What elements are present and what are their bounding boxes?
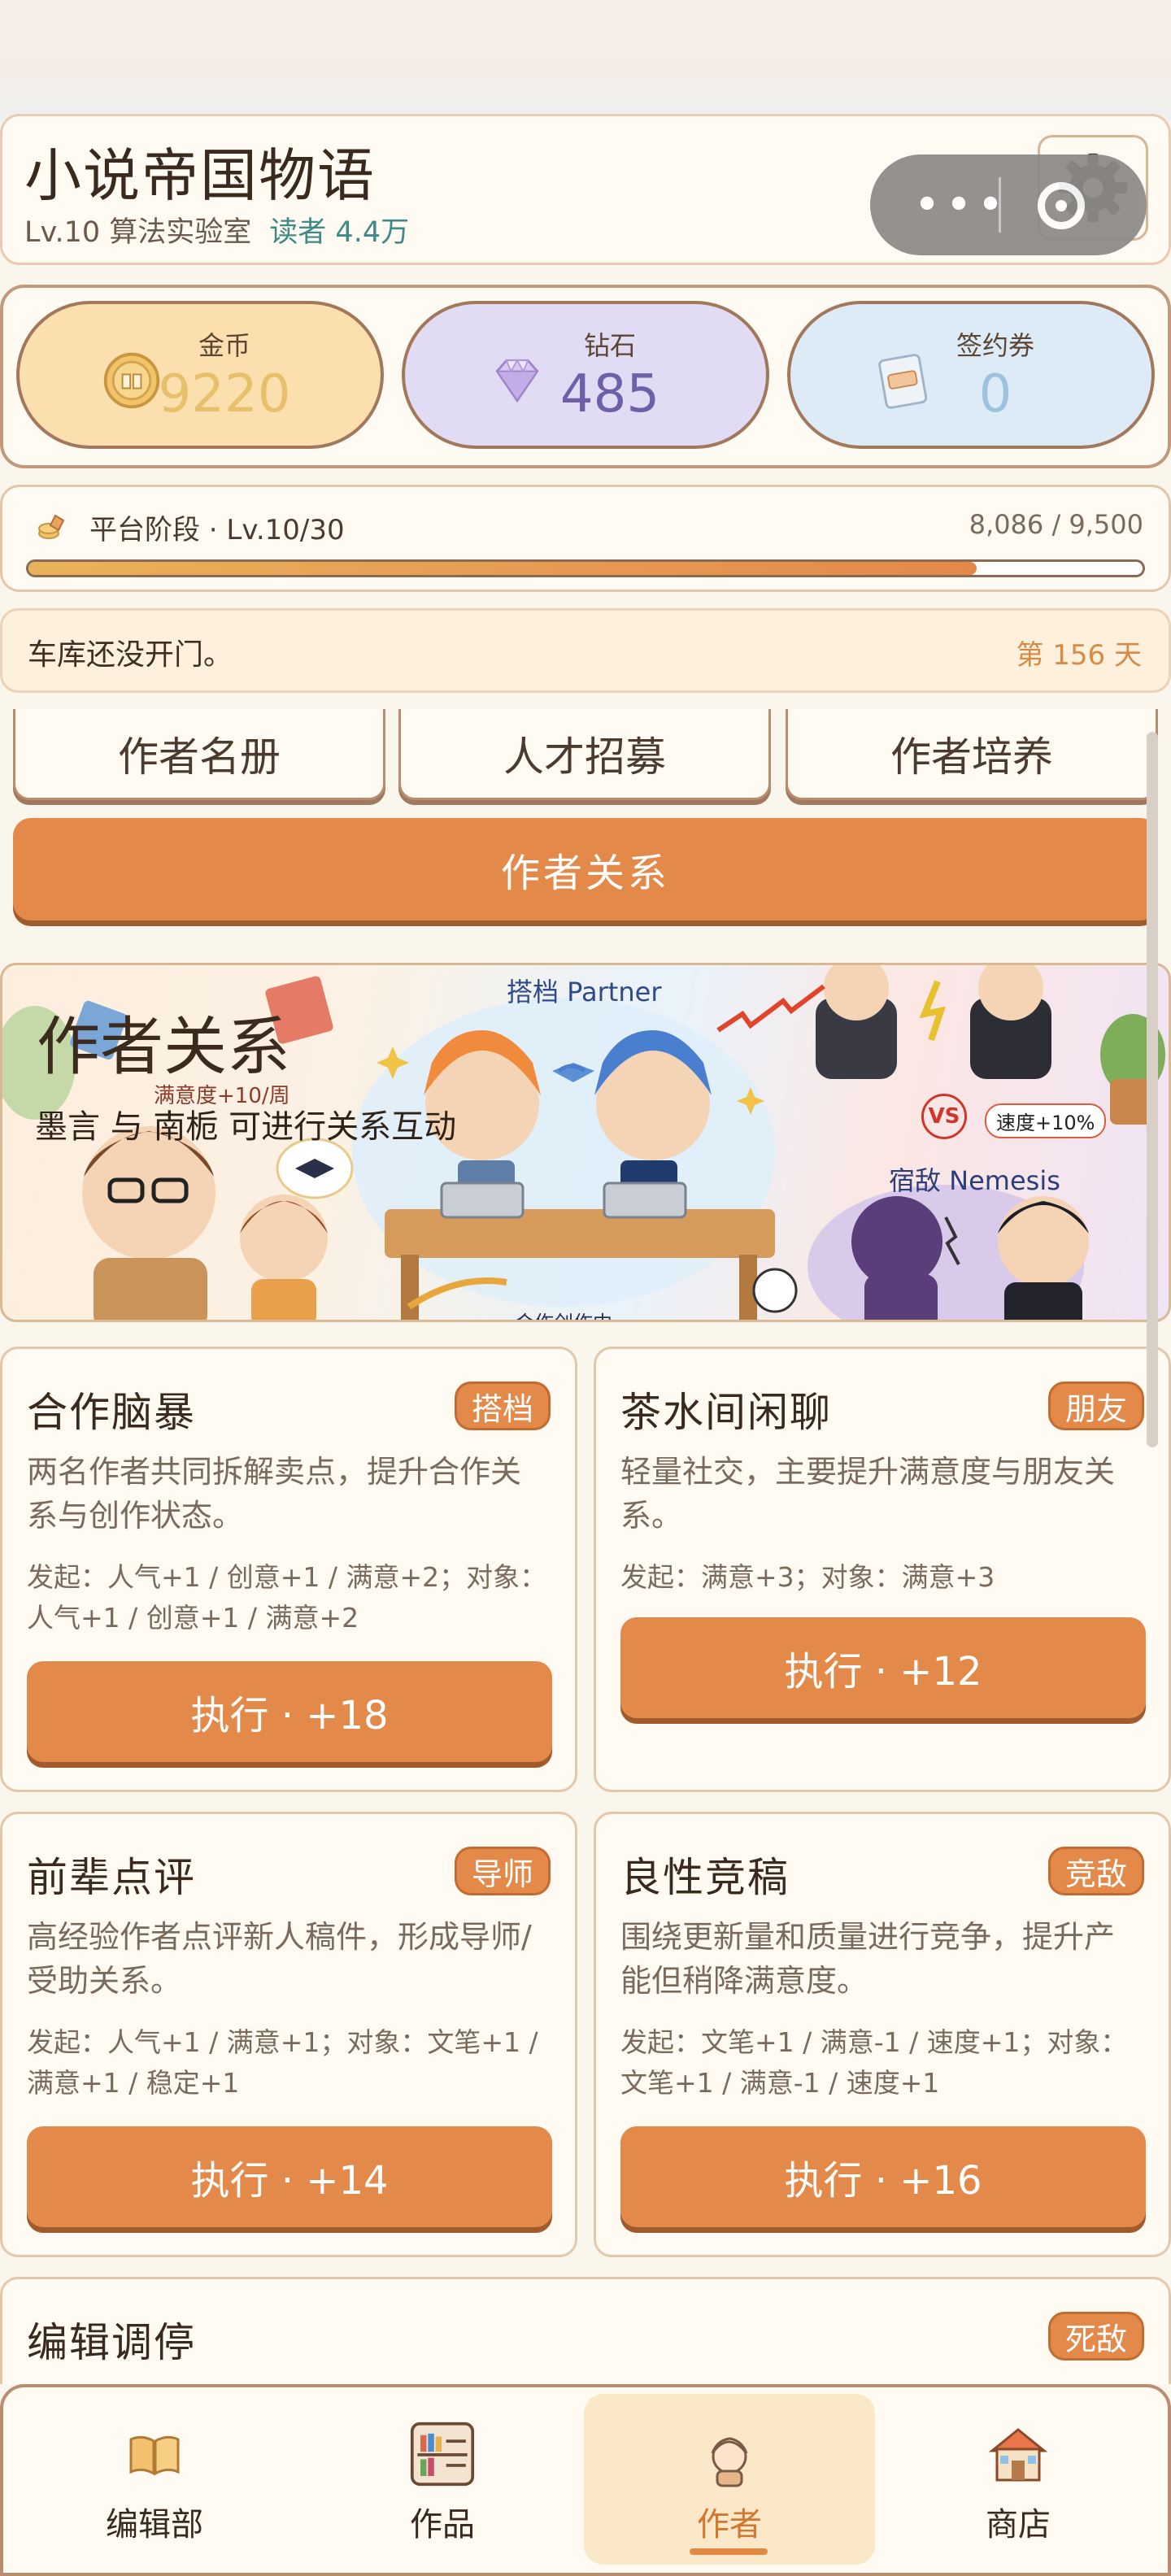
day-counter: 第 156 天 <box>1016 639 1142 672</box>
action-description: 围绕更新量和质量进行竞争，提升产能但稍降满意度。 <box>620 1919 1116 1999</box>
platform-stage-value: 8,086 / 9,500 <box>969 509 1143 540</box>
bookshelf-icon <box>410 2422 475 2487</box>
app-title: 小说帝国物语 <box>24 142 376 209</box>
more-dots-icon[interactable]: ••• <box>904 179 1018 232</box>
speed-bonus-tag: 速度+10% <box>985 1103 1107 1138</box>
action-effect: 发起：人气+1 / 满意+1；对象：文笔+1 / 满意+1 / 稳定+1 <box>27 2026 538 2099</box>
nav-shop[interactable]: 商店 <box>872 2387 1164 2573</box>
action-title: 合作脑暴 <box>27 1389 196 1436</box>
nav-works[interactable]: 作品 <box>296 2387 589 2573</box>
shop-house-icon <box>986 2422 1051 2487</box>
platform-progress-bar <box>26 559 1145 577</box>
action-description: 轻量社交，主要提升满意度与朋友关系。 <box>620 1454 1116 1534</box>
ticket-currency[interactable]: 签约券 0 <box>787 301 1155 449</box>
execute-button[interactable]: 执行 · +14 <box>27 2126 552 2227</box>
reader-count: 读者 4.4万 <box>269 216 410 249</box>
action-title: 编辑调停 <box>27 2319 196 2366</box>
scrollbar[interactable] <box>1147 732 1158 1447</box>
execute-button[interactable]: 执行 · +18 <box>27 1661 552 1762</box>
tab-talent-recruit[interactable]: 人才招募 <box>398 709 771 800</box>
ticket-label: 签约券 <box>956 330 1034 361</box>
author-relations-button[interactable]: 作者关系 <box>13 818 1158 920</box>
coin-stack-icon <box>38 514 65 539</box>
diamond-label: 钻石 <box>583 330 636 361</box>
banner-title: 作者关系 <box>37 1011 291 1084</box>
notice-text: 车库还没开门。 <box>28 638 233 672</box>
capsule-divider <box>999 177 1001 233</box>
action-title: 良性竞稿 <box>620 1854 790 1901</box>
nav-label: 作者 <box>697 2506 762 2543</box>
nav-authors[interactable]: 作者 <box>584 2394 875 2565</box>
relation-type-badge: 朋友 <box>1047 1382 1144 1430</box>
author-content-scroll[interactable]: 作者名册 人才招募 作者培养 作者关系 作者关系 满意度+10/周 墨言 与 南… <box>0 709 1171 2384</box>
player-level: Lv.10 算法实验室 <box>24 216 252 249</box>
diamond-currency[interactable]: 钻石 485 <box>402 301 769 449</box>
relation-type-badge: 导师 <box>454 1847 551 1895</box>
relation-type-badge: 竞敌 <box>1047 1847 1144 1895</box>
action-card-review: 前辈点评 导师 高经验作者点评新人稿件，形成导师/受助关系。 发起：人气+1 /… <box>0 1812 577 2257</box>
gold-value: 9220 <box>158 364 291 424</box>
execute-button[interactable]: 执行 · +12 <box>620 1617 1146 1718</box>
nav-label: 商店 <box>986 2506 1051 2543</box>
partner-tag: 搭档 Partner <box>507 977 662 1007</box>
diamond-value: 485 <box>559 364 660 424</box>
action-title: 前辈点评 <box>27 1854 196 1901</box>
action-title: 茶水间闲聊 <box>620 1389 832 1436</box>
gold-currency[interactable]: 金币 9220 <box>16 301 384 449</box>
ticket-value: 0 <box>978 364 1012 424</box>
target-ring-icon[interactable] <box>1038 182 1085 229</box>
action-effect: 发起：满意+3；对象：满意+3 <box>620 1561 995 1593</box>
action-card-competition: 良性竞稿 竞敌 围绕更新量和质量进行竞争，提升产能但稍降满意度。 发起：文笔+1… <box>594 1812 1171 2257</box>
banner-subtitle: 墨言 与 南栀 可进行关系互动 <box>35 1108 457 1146</box>
banner-bottom-caption: 合作创作中 <box>515 1307 612 1320</box>
platform-stage-label: 平台阶段 · Lv.10/30 <box>89 514 345 546</box>
author-relations-banner: 作者关系 满意度+10/周 墨言 与 南栀 可进行关系互动 搭档 Partner… <box>0 963 1171 1322</box>
app-subtitle: Lv.10 算法实验室 读者 4.4万 <box>24 209 409 250</box>
action-description: 高经验作者点评新人稿件，形成导师/受助关系。 <box>27 1919 532 1999</box>
nav-label: 作品 <box>410 2506 475 2543</box>
tab-author-training[interactable]: 作者培养 <box>786 709 1158 800</box>
nav-editorial[interactable]: 编辑部 <box>8 2387 301 2573</box>
tab-author-roster[interactable]: 作者名册 <box>13 709 385 800</box>
open-book-icon <box>122 2422 187 2487</box>
gold-label: 金币 <box>198 330 250 361</box>
platform-progress-fill <box>28 562 977 575</box>
nemesis-tag: 宿敌 Nemesis <box>889 1165 1060 1196</box>
mini-program-capsule: ••• <box>870 154 1147 255</box>
relation-type-badge: 死敌 <box>1047 2312 1144 2361</box>
author-avatar-icon <box>697 2428 762 2493</box>
versus-badge: VS <box>921 1094 967 1139</box>
action-effect: 发起：人气+1 / 创意+1 / 满意+2；对象：人气+1 / 创意+1 / 满… <box>27 1561 547 1634</box>
action-card-mediation: 编辑调停 死敌 <box>0 2277 1171 2384</box>
active-tab-indicator <box>690 2548 768 2555</box>
action-description: 两名作者共同拆解卖点，提升合作关系与创作状态。 <box>27 1454 522 1534</box>
execute-button[interactable]: 执行 · +16 <box>620 2126 1146 2227</box>
top-background <box>0 0 1171 122</box>
action-card-chat: 茶水间闲聊 朋友 轻量社交，主要提升满意度与朋友关系。 发起：满意+3；对象：满… <box>594 1347 1171 1792</box>
relation-type-badge: 搭档 <box>454 1382 551 1430</box>
nav-label: 编辑部 <box>106 2506 203 2543</box>
action-card-brainstorm: 合作脑暴 搭档 两名作者共同拆解卖点，提升合作关系与创作状态。 发起：人气+1 … <box>0 1347 577 1792</box>
action-effect: 发起：文笔+1 / 满意-1 / 速度+1；对象：文笔+1 / 满意-1 / 速… <box>620 2026 1128 2099</box>
